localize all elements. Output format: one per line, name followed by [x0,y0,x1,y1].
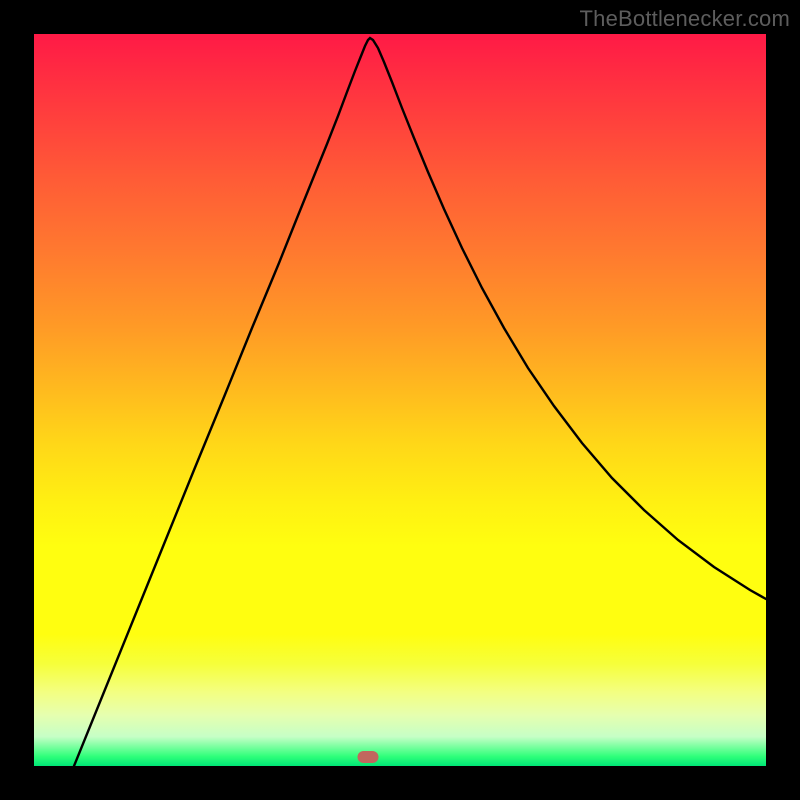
bottleneck-curve [34,34,766,766]
plot-area [34,34,766,766]
minimum-marker [358,751,379,763]
chart-frame: TheBottlenecker.com [0,0,800,800]
watermark-text: TheBottlenecker.com [580,6,790,32]
